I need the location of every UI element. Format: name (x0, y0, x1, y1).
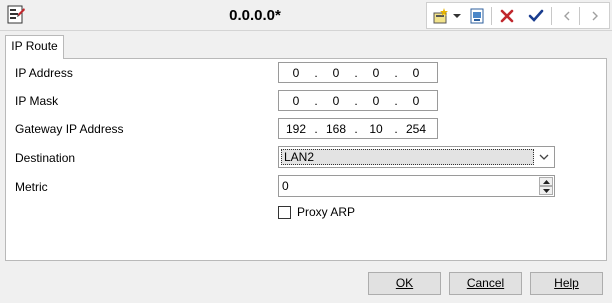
chevron-down-icon[interactable] (537, 150, 551, 164)
destination-select[interactable]: LAN2 (278, 146, 555, 168)
ip-address-field[interactable]: 0 . 0 . 0 . 0 (278, 62, 438, 83)
gateway-octet-2[interactable]: 168 (319, 122, 353, 136)
gateway-octet-4[interactable]: 254 (399, 122, 433, 136)
delete-icon[interactable] (497, 6, 517, 26)
gateway-label: Gateway IP Address (15, 122, 124, 136)
app-icon (6, 5, 26, 25)
ip-mask-octet-1[interactable]: 0 (279, 94, 313, 108)
metric-stepper[interactable]: 0 (278, 175, 555, 197)
new-icon[interactable] (431, 6, 451, 26)
ip-mask-octet-2[interactable]: 0 (319, 94, 353, 108)
toolbar-separator (551, 7, 552, 25)
gateway-ip-field[interactable]: 192 . 168 . 10 . 254 (278, 118, 438, 139)
ip-address-octet-3[interactable]: 0 (359, 66, 393, 80)
dropdown-arrow-icon[interactable] (451, 6, 463, 26)
export-icon[interactable] (467, 6, 487, 26)
gateway-octet-3[interactable]: 10 (359, 122, 393, 136)
title-bar: 0.0.0.0* (0, 0, 612, 31)
ip-address-octet-1[interactable]: 0 (279, 66, 313, 80)
ip-address-octet-4[interactable]: 0 (399, 66, 433, 80)
previous-icon[interactable] (557, 6, 577, 26)
confirm-icon[interactable] (526, 6, 546, 26)
ip-mask-octet-3[interactable]: 0 (359, 94, 393, 108)
cancel-button-label: Cancel (466, 276, 505, 290)
ok-button[interactable]: OK (368, 272, 441, 295)
metric-stepper-buttons (539, 177, 553, 195)
ok-button-label: OK (395, 276, 414, 290)
spin-down-icon[interactable] (539, 186, 553, 195)
toolbar-separator (579, 7, 580, 25)
help-button-label: Help (554, 276, 579, 290)
destination-value: LAN2 (281, 149, 534, 165)
toolbar-separator (491, 7, 492, 25)
proxy-arp-checkbox[interactable] (278, 206, 291, 219)
tab-ip-route[interactable]: IP Route (5, 35, 64, 59)
next-icon[interactable] (585, 6, 605, 26)
help-button[interactable]: Help (530, 272, 603, 295)
ip-address-label: IP Address (15, 66, 73, 80)
destination-label: Destination (15, 151, 76, 165)
ip-mask-label: IP Mask (15, 94, 59, 108)
cancel-button[interactable]: Cancel (449, 272, 522, 295)
metric-label: Metric (15, 180, 48, 194)
window-title: 0.0.0.0* (229, 7, 281, 24)
ip-mask-octet-4[interactable]: 0 (399, 94, 433, 108)
metric-value[interactable]: 0 (282, 179, 289, 193)
spin-up-icon[interactable] (539, 177, 553, 186)
ip-mask-field[interactable]: 0 . 0 . 0 . 0 (278, 90, 438, 111)
toolbar (426, 2, 610, 29)
gateway-octet-1[interactable]: 192 (279, 122, 313, 136)
ip-address-octet-2[interactable]: 0 (319, 66, 353, 80)
proxy-arp-label[interactable]: Proxy ARP (297, 205, 355, 219)
